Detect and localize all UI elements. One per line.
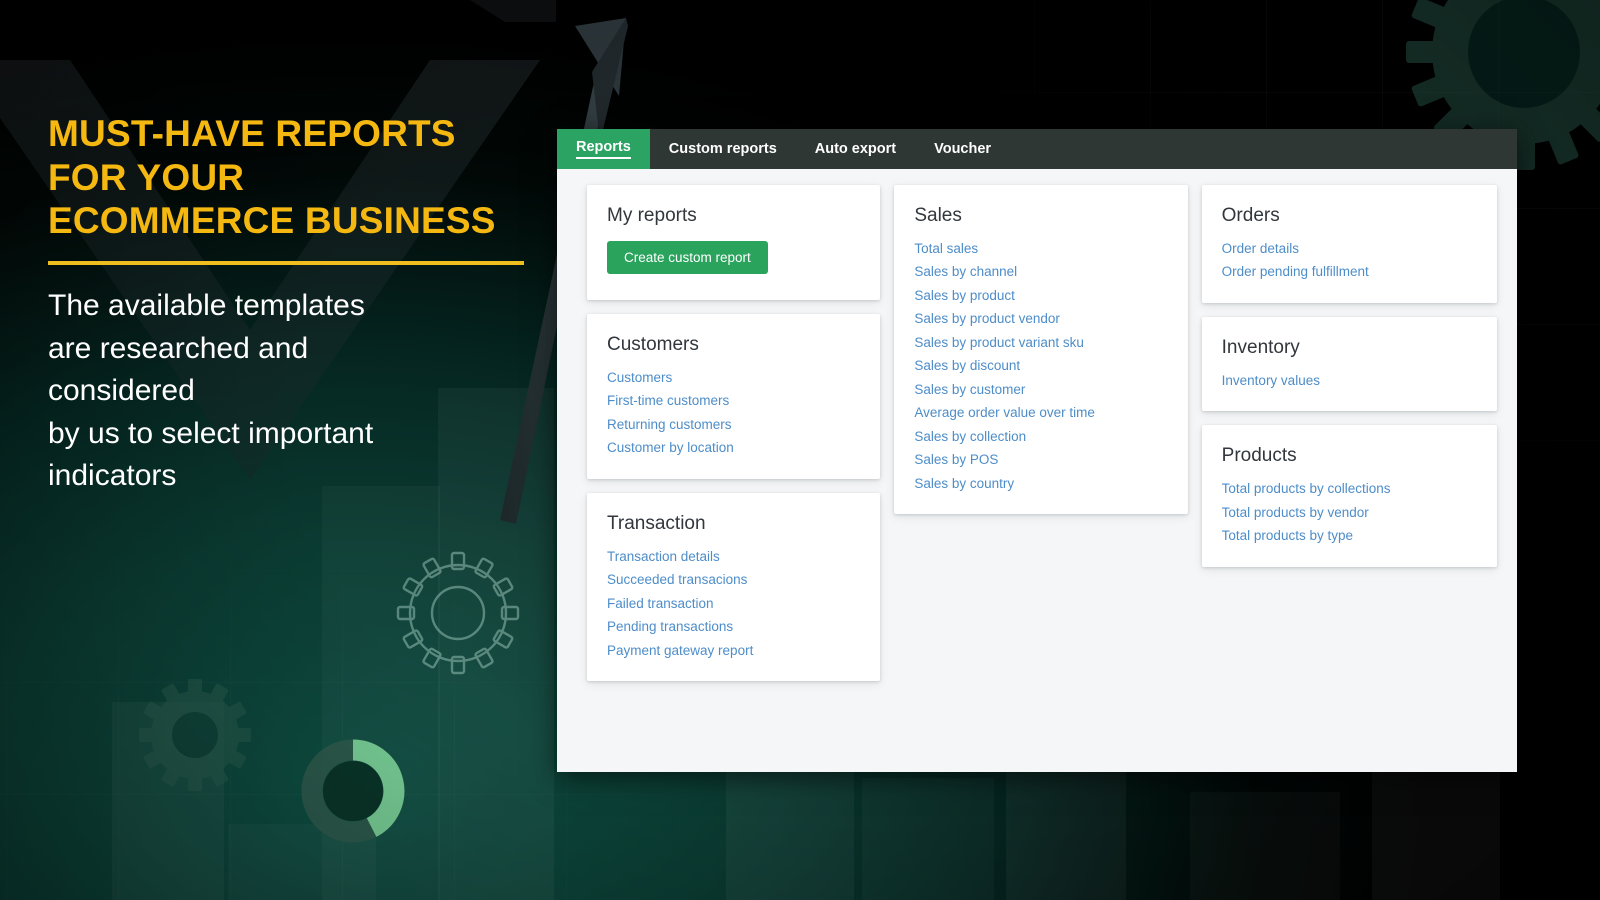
- tab-voucher-label: Voucher: [934, 141, 992, 157]
- tab-auto-export-label: Auto export: [814, 141, 897, 157]
- link-sales-by-discount[interactable]: Sales by discount: [914, 358, 1020, 374]
- card-inventory: Inventory Inventory values: [1201, 316, 1497, 412]
- link-failed-transaction[interactable]: Failed transaction: [607, 596, 714, 612]
- reports-board: My reports Create custom report Customer…: [557, 169, 1517, 682]
- link-succeeded-transactions[interactable]: Succeeded transacions: [607, 572, 747, 588]
- link-total-products-by-type[interactable]: Total products by type: [1222, 528, 1353, 544]
- subcopy-line-4: by us to select important: [48, 416, 374, 450]
- subcopy-line-2: are researched and: [48, 331, 309, 365]
- board-column-middle: Sales Total sales Sales by channel Sales…: [894, 185, 1188, 515]
- link-sales-by-product-vendor[interactable]: Sales by product vendor: [914, 311, 1060, 327]
- link-sales-by-product[interactable]: Sales by product: [914, 288, 1015, 304]
- decor-bar-9: [1372, 760, 1500, 900]
- card-orders: Orders Order details Order pending fulfi…: [1201, 185, 1497, 303]
- link-total-products-by-collections[interactable]: Total products by collections: [1222, 481, 1391, 497]
- link-sales-by-product-variant-sku[interactable]: Sales by product variant sku: [914, 335, 1084, 351]
- card-transaction-links: Transaction details Succeeded transacion…: [607, 549, 860, 659]
- card-sales-links: Total sales Sales by channel Sales by pr…: [914, 241, 1167, 492]
- link-order-pending-fulfillment[interactable]: Order pending fulfillment: [1222, 264, 1369, 280]
- tab-bar: Reports Custom reports Auto export Vouch…: [557, 129, 1517, 169]
- decor-bar-4: [322, 486, 440, 900]
- decor-bar-1: [112, 702, 224, 900]
- link-transaction-details[interactable]: Transaction details: [607, 549, 720, 565]
- board-column-left: My reports Create custom report Customer…: [587, 185, 881, 682]
- board-column-right: Orders Order details Order pending fulfi…: [1201, 185, 1497, 567]
- card-inventory-title: Inventory: [1221, 336, 1300, 358]
- headline-line-2: FOR YOUR: [48, 156, 245, 198]
- link-sales-by-customer[interactable]: Sales by customer: [914, 382, 1025, 398]
- decor-bar-6: [862, 778, 994, 900]
- headline-line-1: MUST-HAVE REPORTS: [48, 113, 456, 154]
- card-transaction-title: Transaction: [607, 512, 706, 534]
- link-first-time-customers[interactable]: First-time customers: [607, 393, 729, 409]
- title-divider: [48, 260, 524, 265]
- promo-banner: MUST-HAVE REPORTS FOR YOUR ECOMMERCE BUS…: [0, 0, 1600, 900]
- card-orders-title: Orders: [1221, 205, 1280, 226]
- app-panel: Reports Custom reports Auto export Vouch…: [557, 129, 1517, 772]
- link-payment-gateway-report[interactable]: Payment gateway report: [607, 643, 753, 659]
- promo-copy: MUST-HAVE REPORTS FOR YOUR ECOMMERCE BUS…: [48, 112, 548, 498]
- headline-line-3: ECOMMERCE BUSINESS: [48, 200, 496, 242]
- link-pending-transactions[interactable]: Pending transactions: [607, 619, 733, 635]
- tab-voucher[interactable]: Voucher: [915, 129, 1010, 169]
- tab-custom-reports[interactable]: Custom reports: [650, 129, 796, 169]
- link-total-products-by-vendor[interactable]: Total products by vendor: [1222, 505, 1369, 521]
- tab-reports-label: Reports: [576, 139, 631, 159]
- tab-auto-export[interactable]: Auto export: [796, 129, 915, 169]
- card-customers-title: Customers: [607, 334, 699, 355]
- link-customers[interactable]: Customers: [607, 370, 672, 386]
- link-total-sales[interactable]: Total sales: [914, 241, 978, 257]
- link-sales-by-pos[interactable]: Sales by POS: [914, 452, 998, 468]
- link-sales-by-country[interactable]: Sales by country: [914, 476, 1014, 492]
- promo-subcopy: The available templates are researched a…: [48, 285, 548, 498]
- link-inventory-values[interactable]: Inventory values: [1222, 373, 1320, 389]
- subcopy-line-3: considered: [48, 374, 195, 408]
- card-sales: Sales Total sales Sales by channel Sales…: [894, 185, 1188, 515]
- card-sales-title: Sales: [914, 205, 962, 226]
- decor-bar-8: [1190, 792, 1340, 900]
- subcopy-line-5: indicators: [48, 459, 177, 493]
- link-customer-by-location[interactable]: Customer by location: [607, 440, 734, 456]
- card-products-links: Total products by collections Total prod…: [1222, 481, 1477, 544]
- link-returning-customers[interactable]: Returning customers: [607, 417, 732, 433]
- card-my-reports: My reports Create custom report: [587, 185, 881, 300]
- page-title: MUST-HAVE REPORTS FOR YOUR ECOMMERCE BUS…: [48, 112, 548, 243]
- link-sales-by-collection[interactable]: Sales by collection: [914, 429, 1026, 445]
- card-orders-links: Order details Order pending fulfillment: [1222, 241, 1477, 281]
- card-products: Products Total products by collections T…: [1201, 425, 1497, 567]
- link-average-order-value-over-time[interactable]: Average order value over time: [914, 405, 1095, 421]
- link-order-details[interactable]: Order details: [1222, 241, 1299, 257]
- card-my-reports-title: My reports: [607, 205, 697, 226]
- card-transaction: Transaction Transaction details Succeede…: [587, 492, 881, 682]
- link-sales-by-channel[interactable]: Sales by channel: [914, 264, 1017, 280]
- subcopy-line-1: The available templates: [48, 288, 365, 322]
- card-inventory-links: Inventory values: [1222, 373, 1477, 389]
- create-custom-report-button[interactable]: Create custom report: [607, 241, 768, 274]
- card-customers: Customers Customers First-time customers…: [587, 314, 881, 479]
- tab-custom-reports-label: Custom reports: [668, 141, 777, 157]
- tab-reports[interactable]: Reports: [557, 129, 650, 169]
- card-products-title: Products: [1221, 445, 1297, 467]
- card-customers-links: Customers First-time customers Returning…: [607, 370, 860, 457]
